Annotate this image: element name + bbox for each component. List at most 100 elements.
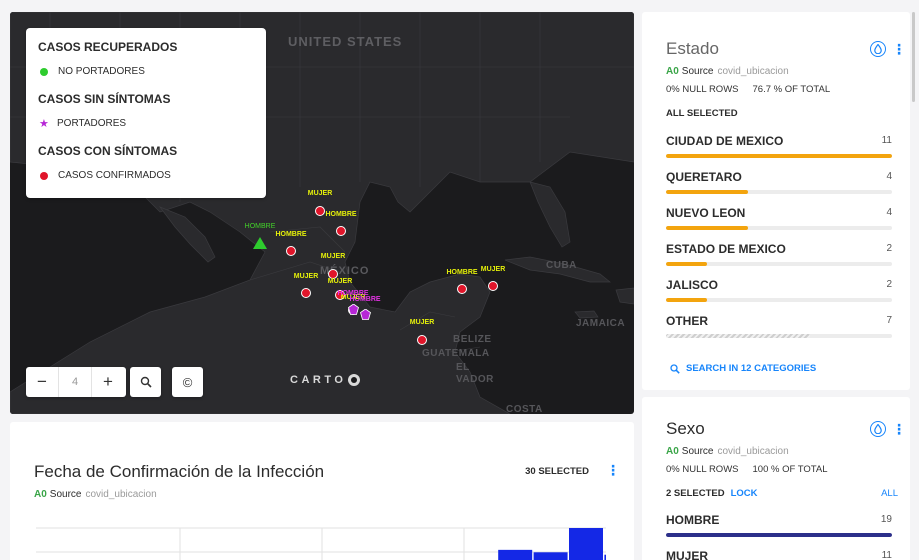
category-name: CIUDAD DE MEXICO <box>666 134 784 148</box>
purple-star-icon: ★ <box>39 117 49 130</box>
legend-title-recovered: CASOS RECUPERADOS <box>38 40 178 54</box>
case-marker[interactable] <box>457 284 467 294</box>
green-circle-icon <box>40 67 48 76</box>
category-bar-fill <box>666 298 708 302</box>
category-count: 11 <box>881 135 892 146</box>
source-name: covid_ubicacion <box>717 446 789 457</box>
pct-total: 100 % OF TOTAL <box>752 464 828 475</box>
red-circle-icon <box>40 171 48 180</box>
widget-timeseries: Fecha de Confirmación de la Infección 30… <box>10 422 634 560</box>
zoom-control: − 4 + <box>26 367 126 397</box>
legend-item-no-carriers: NO PORTADORES <box>38 66 254 77</box>
pentagon-marker-icon[interactable] <box>359 308 371 320</box>
zoom-in-button[interactable]: + <box>92 367 124 397</box>
map-legend: CASOS RECUPERADOS NO PORTADORES CASOS SI… <box>26 28 266 198</box>
category-row[interactable]: ESTADO DE MEXICO 2 <box>666 242 892 266</box>
marker-label: HOMBRE <box>446 269 478 276</box>
label-guatemala: GUATEMALA <box>422 348 490 359</box>
land-jamaica <box>574 310 599 319</box>
null-rows: 0% NULL ROWS <box>666 84 739 95</box>
category-row[interactable]: OTHER 7 <box>666 314 892 338</box>
more-options-icon[interactable]: ⋮ <box>892 422 906 436</box>
category-row[interactable]: NUEVO LEON 4 <box>666 206 892 230</box>
map-search-button[interactable] <box>130 367 161 397</box>
category-bar-fill <box>666 190 749 194</box>
marker-label: MUJER <box>320 253 346 260</box>
category-bar-fill <box>666 226 749 230</box>
search-icon <box>140 376 152 388</box>
category-bar-track <box>666 533 892 537</box>
category-row[interactable]: MUJER 11 <box>666 549 892 560</box>
search-categories-link[interactable]: SEARCH IN 12 CATEGORIES <box>670 363 816 374</box>
widget-stats: 0% NULL ROWS 100 % OF TOTAL <box>666 464 841 475</box>
category-bar-track <box>666 226 892 230</box>
source-label: Source <box>681 66 714 77</box>
case-marker[interactable] <box>336 226 346 236</box>
carto-logo-text: CARTO <box>290 374 347 386</box>
case-marker[interactable] <box>286 246 296 256</box>
source-tag: A0 <box>666 446 679 457</box>
widget-source: A0 Source covid_ubicacion <box>666 446 789 457</box>
widget-estado: Estado ⋮ A0 Source covid_ubicacion 0% NULL… <box>642 12 910 390</box>
category-name: JALISCO <box>666 278 719 292</box>
source-tag: A0 <box>666 66 679 77</box>
marker-label: MUJER <box>327 278 353 285</box>
lock-button[interactable]: LOCK <box>731 488 758 499</box>
category-name: OTHER <box>666 314 708 328</box>
attribution-button[interactable]: © <box>172 367 203 397</box>
search-link-label: SEARCH IN 12 CATEGORIES <box>686 363 817 374</box>
color-by-value-icon[interactable] <box>870 421 886 437</box>
category-name: MUJER <box>666 549 709 560</box>
label-belize: BELIZE <box>453 334 492 345</box>
legend-title-asymptomatic: CASOS SIN SÍNTOMAS <box>38 92 171 106</box>
category-count: 4 <box>886 171 892 182</box>
select-all-button[interactable]: ALL <box>881 488 898 499</box>
zoom-out-button[interactable]: − <box>26 367 58 397</box>
category-bar-track <box>666 298 892 302</box>
histogram-bar[interactable] <box>498 549 533 560</box>
marker-label: HOMBRE <box>325 211 357 218</box>
widget-source: A0 Source covid_ubicacion <box>34 489 157 500</box>
legend-item-label: CASOS CONFIRMADOS <box>58 170 171 181</box>
category-name: HOMBRE <box>666 513 720 527</box>
category-bar-track <box>666 190 892 194</box>
carto-logo: CARTO <box>290 374 361 386</box>
pentagon-marker-icon[interactable] <box>347 303 359 315</box>
case-marker[interactable] <box>301 288 311 298</box>
category-row[interactable]: QUERETARO 4 <box>666 170 892 194</box>
more-options-icon[interactable]: ⋮ <box>606 463 620 477</box>
copyright-icon: © <box>182 374 193 390</box>
case-marker[interactable] <box>417 335 427 345</box>
category-name: NUEVO LEON <box>666 206 746 220</box>
source-tag: A0 <box>34 489 47 500</box>
source-name: covid_ubicacion <box>85 489 157 500</box>
histogram-bar[interactable] <box>569 528 603 560</box>
histogram-bar[interactable] <box>533 552 568 560</box>
color-by-value-icon[interactable] <box>870 41 886 57</box>
category-row[interactable]: HOMBRE 19 <box>666 513 892 537</box>
category-row[interactable]: JALISCO 2 <box>666 278 892 302</box>
panel-scrollbar[interactable] <box>912 12 915 102</box>
category-row[interactable]: CIUDAD DE MEXICO 11 <box>666 134 892 158</box>
more-options-icon[interactable]: ⋮ <box>892 42 906 56</box>
case-marker[interactable] <box>315 206 325 216</box>
category-name: QUERETARO <box>666 170 742 184</box>
map-view[interactable]: UNITED STATES MÉXICO CUBA JAMAICA BELIZE… <box>10 12 634 414</box>
histogram-bars <box>498 528 606 560</box>
case-marker[interactable] <box>488 281 498 291</box>
marker-label: HOMBRE <box>244 223 276 230</box>
triangle-marker-icon[interactable] <box>253 237 267 249</box>
widget-stats: 0% NULL ROWS 76.7 % OF TOTAL <box>666 84 844 95</box>
histogram-chart[interactable] <box>36 522 606 560</box>
land-florida <box>529 181 571 248</box>
category-count: 2 <box>886 279 892 290</box>
category-count: 7 <box>886 315 892 326</box>
category-bar-track <box>666 262 892 266</box>
category-count: 2 <box>886 243 892 254</box>
legend-item-label: NO PORTADORES <box>58 66 145 77</box>
source-label: Source <box>49 489 82 500</box>
category-bar-fill <box>666 262 708 266</box>
histogram-bar[interactable] <box>604 554 606 560</box>
marker-label: HOMBRE <box>275 231 307 238</box>
carto-logo-mark <box>348 374 361 386</box>
